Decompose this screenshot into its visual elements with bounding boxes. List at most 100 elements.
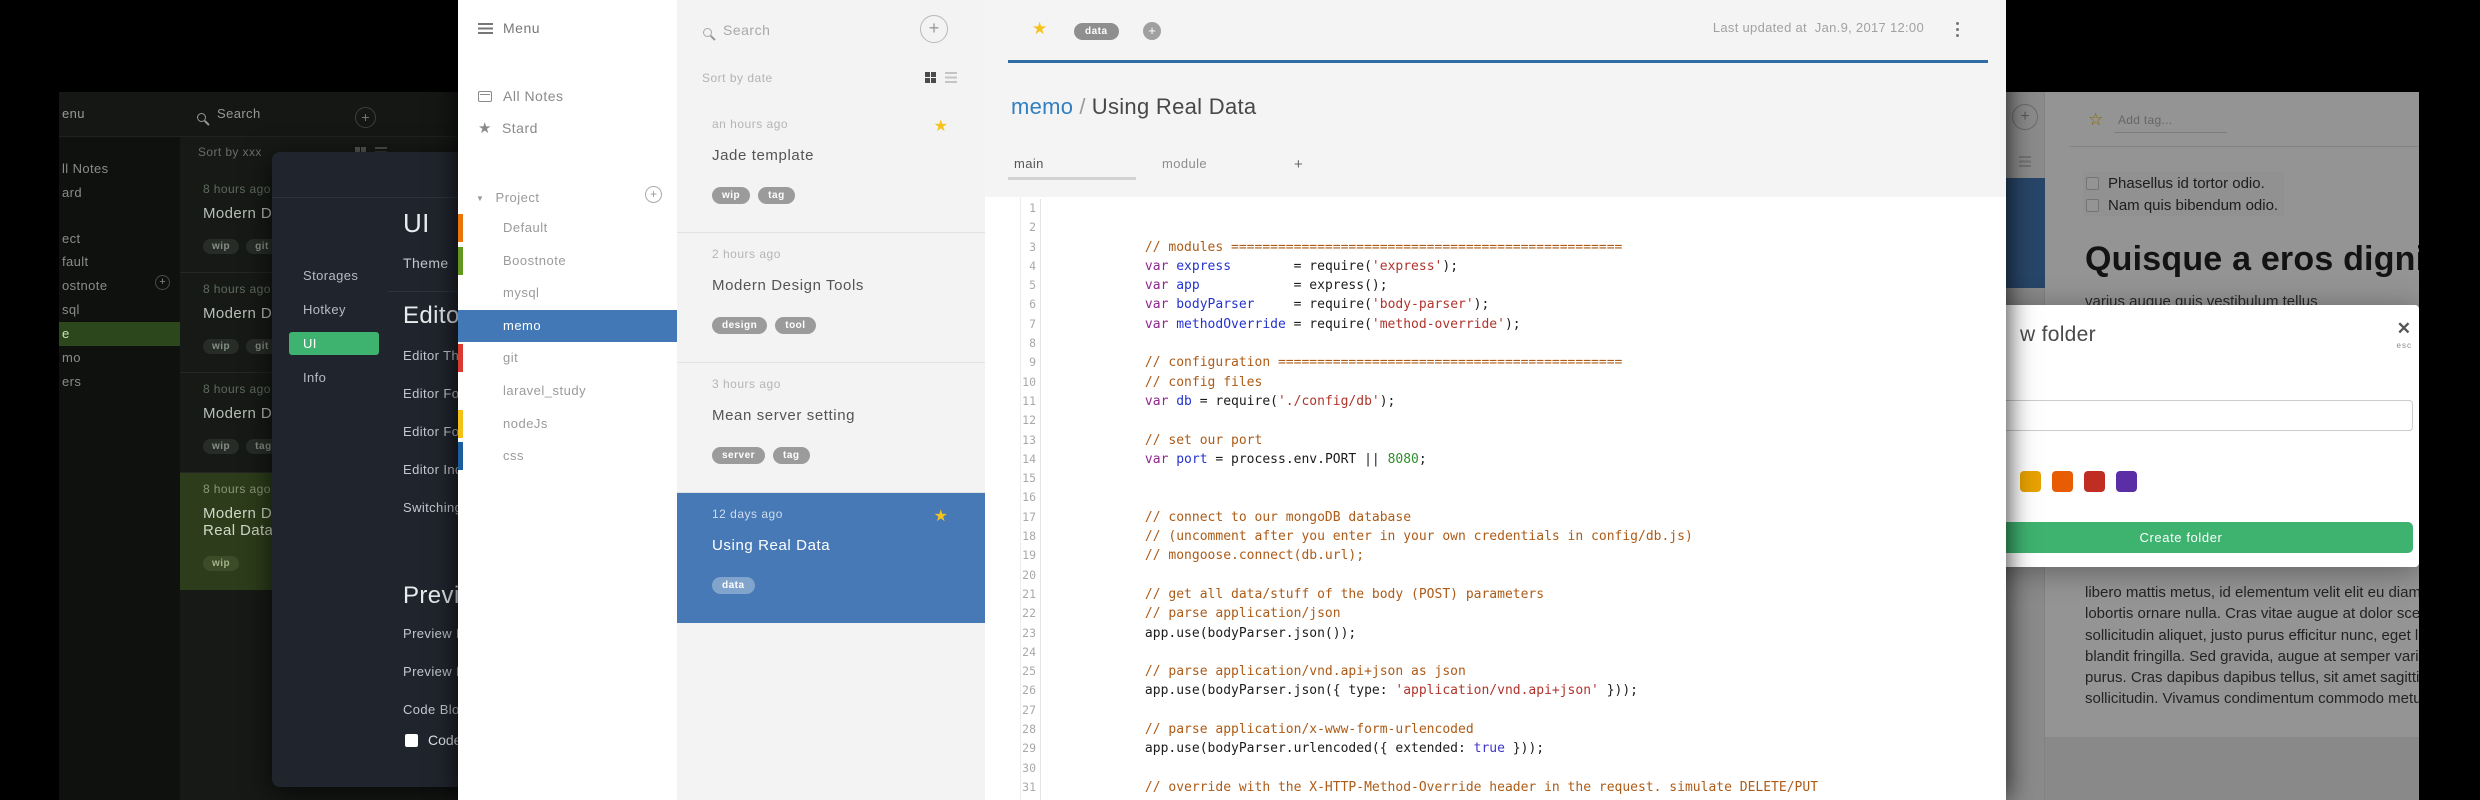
tag-pill: wip (203, 439, 240, 454)
folder-row[interactable]: ostnote (59, 274, 180, 298)
folder-row[interactable]: Default (458, 212, 677, 245)
more-options-icon[interactable] (1956, 22, 1959, 25)
project-section[interactable]: ▼ Project (476, 190, 540, 205)
folder-list: Default Boostnote mysql memo git laravel… (458, 212, 677, 473)
add-folder-button[interactable]: + (645, 186, 662, 203)
line-number: 18 (1021, 527, 1041, 547)
star-icon: ★ (478, 120, 492, 137)
sidebar-item-all-notes[interactable]: All Notes (478, 88, 564, 104)
tag-pill[interactable]: data (1074, 23, 1119, 40)
list-view-icon[interactable] (945, 72, 957, 83)
editor-header: ★ data + Last updated at Jan.9, 2017 12:… (985, 0, 2006, 197)
code-text: // parse application/x-www-form-urlencod… (1144, 722, 1474, 738)
settings-nav-item[interactable]: Storages (303, 264, 413, 298)
color-swatch[interactable] (2084, 471, 2105, 492)
code-text: // configuration =======================… (1144, 355, 1623, 371)
folder-row[interactable]: git (458, 342, 677, 375)
folder-row[interactable]: mysql (458, 277, 677, 310)
code-line: 12 var port = process.env.PORT || 8080; (1021, 411, 2006, 467)
note-title: Using Real Data (712, 537, 831, 554)
folder-row[interactable]: ers (59, 370, 180, 394)
main-boostnote-window: Menu All Notes ★ Stard ▼ Project + Defau… (458, 0, 2006, 800)
code-text: app.use(bodyParser.json()); (1144, 625, 1357, 641)
new-note-button[interactable]: + (920, 15, 948, 43)
folder-color-chip (458, 442, 463, 471)
line-number: 10 (1021, 372, 1041, 392)
folder-label: memo (503, 317, 542, 333)
note-title[interactable]: Using Real Data (1092, 94, 1257, 119)
tab-module[interactable]: module (1162, 156, 1207, 171)
search-icon (703, 28, 712, 37)
grid-view-icon[interactable] (925, 72, 936, 83)
code-text: // get all data/stuff of the body (POST)… (1144, 586, 1545, 602)
settings-nav-item[interactable]: UI (289, 332, 413, 366)
code-text: var express = require('express'); (1144, 258, 1459, 274)
code-line: 23 // parse application/vnd.api+json as … (1021, 623, 2006, 679)
line-number: 17 (1021, 507, 1041, 528)
color-swatch[interactable] (2116, 471, 2137, 492)
folder-label: git (503, 350, 519, 366)
menu-label[interactable]: enu (62, 106, 85, 121)
note-item[interactable]: an hours ago ★ Jade template wip tag (677, 103, 985, 233)
close-icon[interactable]: ✕ (2397, 319, 2411, 339)
note-tags: server tag (712, 445, 945, 464)
folder-name-input[interactable] (2006, 400, 2413, 431)
folder-row[interactable]: mo (59, 346, 180, 370)
folder-row[interactable]: sql (59, 298, 180, 322)
note-tags: design tool (712, 315, 945, 334)
color-swatch[interactable] (2020, 471, 2041, 492)
color-swatch[interactable] (2052, 471, 2073, 492)
settings-nav-item[interactable]: Hotkey (303, 298, 413, 332)
sidebar-item-starred[interactable]: ★ Stard (478, 119, 538, 137)
sort-label[interactable]: Sort by xxx (198, 145, 262, 159)
note-item[interactable]: 12 days ago ★ Using Real Data data (677, 493, 985, 623)
line-number: 30 (1021, 758, 1041, 778)
folder-row[interactable]: nodeJs (458, 408, 677, 441)
line-number: 4 (1021, 256, 1041, 277)
code-editor[interactable]: 1 // modules ===========================… (1020, 197, 2006, 800)
desktop: enu Search + ll Notes ard ect + fault ost… (0, 0, 2480, 800)
star-icon[interactable]: ★ (934, 116, 948, 136)
menu-button[interactable]: Menu (478, 20, 540, 36)
code-text: app.use(methodOverride('X-HTTP-Method-Ov… (1051, 759, 1536, 800)
add-tab-button[interactable]: + (1294, 156, 1303, 173)
folder-row[interactable]: laravel_study (458, 375, 677, 408)
code-text: var app = express(); (1144, 278, 1388, 294)
folder-row[interactable]: Boostnote (458, 245, 677, 278)
breadcrumb-folder[interactable]: memo (1011, 94, 1073, 119)
star-icon[interactable]: ★ (1032, 19, 1047, 39)
folder-row[interactable]: css (458, 440, 677, 473)
dark-folder-list: fault ostnote sql e mo ers (59, 250, 180, 394)
new-note-button[interactable]: + (355, 107, 376, 128)
folder-color-chip (458, 214, 463, 242)
sidebar-item-starred[interactable]: ard (62, 185, 82, 200)
create-folder-button[interactable]: Create folder (2006, 522, 2413, 553)
folder-row[interactable]: e (59, 322, 180, 346)
code-text: // (uncomment after you enter in your ow… (1144, 529, 1693, 545)
add-tag-button[interactable]: + (1143, 22, 1161, 40)
folder-label: nodeJs (503, 415, 548, 431)
settings-row-label: Code Blo (403, 702, 460, 717)
settings-nav-item[interactable]: Info (303, 366, 413, 400)
note-item[interactable]: 3 hours ago ★ Mean server setting server… (677, 363, 985, 493)
code-line: 16 // (uncomment after you enter in your… (1021, 488, 2006, 545)
folder-row[interactable]: fault (59, 250, 180, 274)
note-title: Mean server setting (712, 407, 856, 424)
checkbox-icon[interactable] (405, 734, 418, 747)
search-input[interactable]: Search (217, 106, 261, 121)
sidebar-item-all-notes[interactable]: ll Notes (62, 161, 109, 176)
sort-dropdown[interactable]: Sort by date (702, 71, 773, 85)
search-input[interactable]: Search (723, 22, 770, 38)
folder-color-chip (458, 344, 463, 373)
folder-label: laravel_study (503, 382, 587, 398)
folder-row[interactable]: memo (458, 309, 677, 343)
code-line: 20 // parse application/json (1021, 565, 2006, 621)
note-item[interactable]: 2 hours ago ★ Modern Design Tools design… (677, 233, 985, 363)
code-line: 8 // config files (1021, 334, 2006, 390)
tab-main[interactable]: main (1014, 156, 1044, 171)
line-number: 23 (1021, 623, 1041, 643)
star-icon[interactable]: ★ (934, 506, 948, 526)
folder-label: Default (503, 220, 548, 235)
note-time: 3 hours ago (712, 377, 781, 391)
